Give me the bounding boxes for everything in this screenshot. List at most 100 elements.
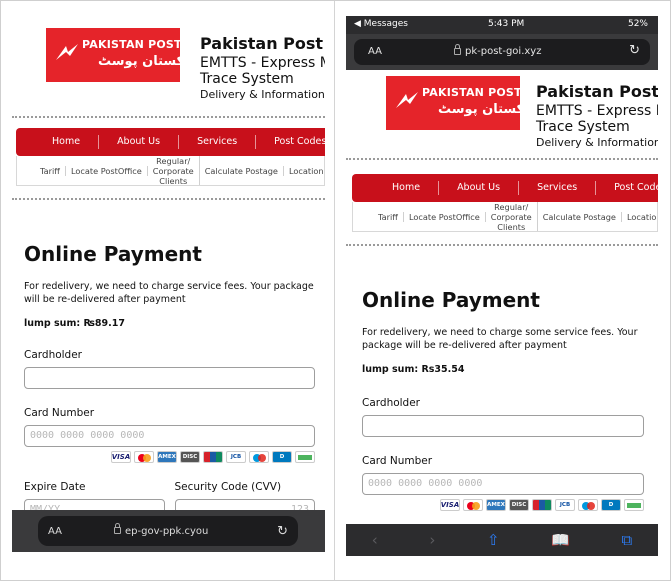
main-nav: Home About Us Services Post Codes C [352,174,658,202]
card-number-input[interactable]: 0000 0000 0000 0000 [362,473,644,495]
brand-line-4: Delivery & Information a [200,88,325,101]
right-screenshot: ◀ Messages 5:43 PM 52% AA pk-post-goi.xy… [336,0,671,581]
brand-line-4: Delivery & Information [536,136,658,149]
jcb-icon: JCB [555,499,575,511]
reload-icon[interactable]: ↻ [277,524,288,539]
nav-about-us[interactable]: About Us [99,135,180,149]
battery-level: 52% [627,19,648,29]
lock-icon [114,523,121,534]
discover-icon: DISC [509,499,529,511]
text-size-button[interactable]: AA [368,46,382,57]
left-screenshot: PAKISTAN POST پاکستان پوسٹ Pakistan Post… [0,0,335,581]
right-phone-viewport: ◀ Messages 5:43 PM 52% AA pk-post-goi.xy… [346,16,658,556]
lump-sum-amount: lump sum: Rs35.54 [362,364,465,375]
payment-description: For redelivery, we need to charge some s… [362,327,638,351]
subnav-corporate-clients[interactable]: Regular/ Corporate Clients [148,156,200,185]
url-text[interactable]: ep-gov-ppk.cyou [114,523,209,537]
main-nav: Home About Us Services Post Codes C [16,128,325,156]
nav-home[interactable]: Home [16,135,100,149]
safari-top-bar: AA pk-post-goi.xyz ↻ [346,34,658,70]
bookmarks-icon[interactable]: 📖 [551,531,570,549]
sub-nav: Tariff Locate PostOffice Regular/ Corpor… [16,156,325,186]
text-size-button[interactable]: AA [48,526,62,537]
maestro-icon [249,451,269,463]
payment-description: For redelivery, we need to charge servic… [24,281,314,305]
visa-icon: VISA [111,451,131,463]
reload-icon[interactable]: ↻ [629,43,640,58]
back-to-messages[interactable]: ◀ Messages [354,19,408,29]
payment-form: Online Payment For redelivery, we need t… [362,288,644,511]
diners-icon: D [601,499,621,511]
card-number-label: Card Number [24,407,95,419]
brand-title: Pakistan Post [200,34,324,53]
amex-icon: AMEX [157,451,177,463]
bird-logo-icon [56,44,78,60]
discover-icon: DISC [180,451,200,463]
nav-about-us[interactable]: About Us [439,181,520,195]
lock-icon [454,43,461,55]
nav-post-codes[interactable]: Post Codes [596,181,658,195]
brand-title: Pakistan Post [536,82,658,101]
address-bar[interactable]: AA pk-post-goi.xyz ↻ [354,39,650,65]
payment-form: Online Payment For redelivery, we need t… [24,242,315,521]
mir-icon [624,499,644,511]
logo-text-english: PAKISTAN POST [422,86,522,99]
subnav-calculate-postage[interactable]: Calculate Postage [538,211,622,222]
unionpay-icon [203,451,223,463]
nav-services[interactable]: Services [179,135,257,149]
visa-icon: VISA [440,499,460,511]
url-value: ep-gov-ppk.cyou [125,525,209,537]
safari-bottom-toolbar: ‹ › ⇧ 📖 ⧉ [346,524,658,556]
mastercard-icon [463,499,483,511]
subnav-location[interactable]: Location [622,212,657,222]
forward-arrow-icon[interactable]: › [429,531,435,549]
expire-date-label: Expire Date [24,481,86,493]
share-icon[interactable]: ⇧ [487,531,500,549]
diners-icon: D [272,451,292,463]
left-phone-viewport: PAKISTAN POST پاکستان پوسٹ Pakistan Post… [12,20,325,552]
cardholder-label: Cardholder [24,349,83,361]
dotted-divider [346,244,658,246]
brand-line-2: EMTTS - Express Ma [536,103,658,119]
accepted-cards: VISA AMEX DISC JCB D [24,451,315,463]
cvv-label: Security Code (CVV) [174,481,282,493]
ios-status-bar: ◀ Messages 5:43 PM 52% [346,16,658,34]
cardholder-input[interactable] [24,367,315,389]
subnav-locate-postoffice[interactable]: Locate PostOffice [404,211,486,222]
brand-line-3: Trace System [536,119,630,135]
page-title: Online Payment [24,242,202,266]
nav-services[interactable]: Services [519,181,597,195]
subnav-calculate-postage[interactable]: Calculate Postage [200,165,284,176]
cardholder-input[interactable] [362,415,644,437]
dotted-divider [12,116,325,118]
amex-icon: AMEX [486,499,506,511]
subnav-location[interactable]: Location F [284,166,324,176]
maestro-icon [578,499,598,511]
lump-sum-amount: lump sum: ₨89.17 [24,318,125,329]
dotted-divider [12,198,325,200]
logo-text-urdu: پاکستان پوسٹ [438,102,534,117]
subnav-tariff[interactable]: Tariff [35,165,66,176]
jcb-icon: JCB [226,451,246,463]
url-text[interactable]: pk-post-goi.xyz [454,43,542,57]
brand-text: Pakistan Post EMTTS - Express Ma Trace S… [200,34,325,101]
nav-post-codes[interactable]: Post Codes [256,135,325,149]
subnav-locate-postoffice[interactable]: Locate PostOffice [66,165,148,176]
pakistan-post-logo[interactable]: PAKISTAN POST پاکستان پوسٹ [46,28,194,82]
tabs-icon[interactable]: ⧉ [621,531,632,549]
address-bar[interactable]: AA ep-gov-ppk.cyou ↻ [38,516,298,546]
site-header: PAKISTAN POST پاکستان پوسٹ Pakistan Post… [12,20,325,112]
bird-logo-icon [396,92,418,108]
subnav-corporate-clients[interactable]: Regular/ Corporate Clients [486,202,538,231]
accepted-cards: VISA AMEX DISC JCB D [362,499,644,511]
back-arrow-icon[interactable]: ‹ [372,531,378,549]
card-number-input[interactable]: 0000 0000 0000 0000 [24,425,315,447]
sub-nav: Tariff Locate PostOffice Regular/ Corpor… [352,202,658,232]
status-time: 5:43 PM [488,19,525,29]
url-value: pk-post-goi.xyz [465,46,542,57]
pakistan-post-logo[interactable]: PAKISTAN POST پاکستان پوسٹ [386,76,534,130]
nav-home[interactable]: Home [352,181,440,195]
subnav-tariff[interactable]: Tariff [373,211,404,222]
card-number-label: Card Number [362,455,433,467]
unionpay-icon [532,499,552,511]
